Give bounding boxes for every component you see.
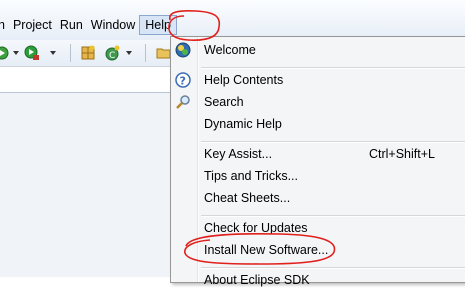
chevron-down-icon[interactable] [126,51,132,55]
menu-item-check-for-updates[interactable]: Check for Updates [171,217,465,239]
menu-item-key-assist[interactable]: Key Assist... Ctrl+Shift+L [171,143,465,165]
toolbar-separator [145,44,146,62]
svg-text:C: C [109,51,115,61]
help-menu: Welcome ? Help Contents Search Dynamic H… [170,36,465,287]
menu-item-dynamic-help[interactable]: Dynamic Help [171,113,465,135]
help-contents-icon: ? [175,72,191,88]
menu-item-welcome[interactable]: Welcome [171,39,465,61]
welcome-icon [175,42,191,58]
editor-area [0,93,175,277]
chevron-down-icon[interactable] [50,51,56,55]
new-package-icon[interactable] [80,45,96,61]
toolbar-separator [70,44,71,62]
debug-icon[interactable] [0,45,10,61]
menu-item-search[interactable]: Search [171,91,465,113]
menu-project[interactable]: Project [9,15,56,35]
menu-item-help-contents[interactable]: ? Help Contents [171,69,465,91]
new-class-icon[interactable]: C [104,45,120,61]
menu-window[interactable]: Window [87,15,139,35]
menu-bar: h Project Run Window Help [0,0,465,41]
menu-item-install-new-software[interactable]: Install New Software... [171,239,465,261]
shortcut-key-assist: Ctrl+Shift+L [368,147,435,161]
menu-item-about[interactable]: About Eclipse SDK [171,269,465,291]
menu-search-partial[interactable]: h [0,15,9,35]
search-icon [176,95,190,109]
menu-help[interactable]: Help [139,15,177,35]
chevron-down-icon[interactable] [13,51,19,55]
run-icon[interactable] [24,45,40,61]
svg-text:?: ? [180,75,186,88]
menu-item-tips-and-tricks[interactable]: Tips and Tricks... [171,165,465,187]
menu-item-cheat-sheets[interactable]: Cheat Sheets... [171,187,465,209]
menu-run[interactable]: Run [56,15,87,35]
